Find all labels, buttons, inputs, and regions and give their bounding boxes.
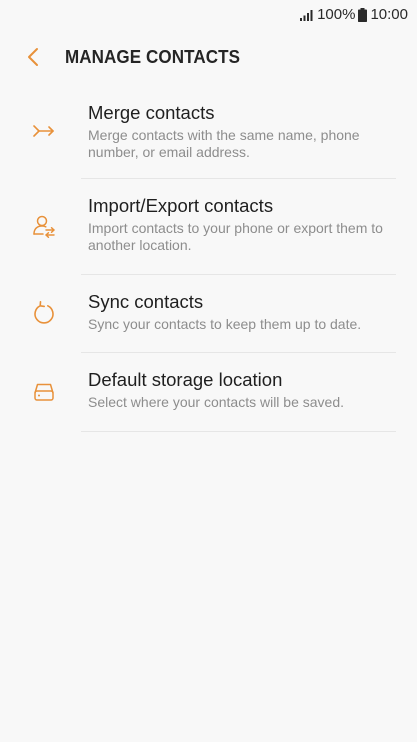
- default-storage-item[interactable]: Default storage location Select where yo…: [0, 353, 417, 432]
- settings-list: Merge contacts Merge contacts with the s…: [0, 86, 417, 432]
- import-export-person-icon: [31, 213, 57, 239]
- default-storage-text: Default storage location Select where yo…: [88, 369, 389, 411]
- storage-drive-icon: [31, 379, 57, 405]
- default-storage-subtitle: Select where your contacts will be saved…: [88, 394, 345, 410]
- import-export-contacts-subtitle: Import contacts to your phone or export …: [88, 220, 383, 253]
- default-storage-title: Default storage location: [88, 369, 283, 390]
- merge-contacts-text: Merge contacts Merge contacts with the s…: [88, 102, 389, 161]
- sync-contacts-subtitle: Sync your contacts to keep them up to da…: [88, 316, 362, 332]
- sync-contacts-text: Sync contacts Sync your contacts to keep…: [88, 291, 389, 333]
- sync-contacts-title: Sync contacts: [88, 291, 204, 312]
- signal-bars-icon: [300, 10, 313, 21]
- import-export-contacts-item[interactable]: Import/Export contacts Import contacts t…: [0, 179, 417, 275]
- import-export-contacts-title: Import/Export contacts: [88, 195, 274, 216]
- merge-contacts-subtitle: Merge contacts with the same name, phone…: [88, 127, 360, 160]
- back-button[interactable]: [20, 44, 46, 70]
- divider: [81, 431, 396, 432]
- sync-contacts-item[interactable]: Sync contacts Sync your contacts to keep…: [0, 275, 417, 353]
- battery-percentage: 100%: [317, 6, 356, 23]
- status-indicators: 100% 10:00: [300, 6, 408, 24]
- chevron-left-icon: [28, 48, 38, 66]
- status-bar: 100% 10:00: [0, 0, 417, 30]
- merge-arrows-icon: [31, 118, 57, 144]
- battery-full-icon: [358, 8, 368, 22]
- merge-contacts-title: Merge contacts: [88, 102, 215, 123]
- sync-icon: [31, 300, 57, 326]
- import-export-contacts-text: Import/Export contacts Import contacts t…: [88, 195, 389, 254]
- app-header: MANAGE CONTACTS: [0, 38, 417, 78]
- merge-contacts-item[interactable]: Merge contacts Merge contacts with the s…: [0, 86, 417, 179]
- page-title: MANAGE CONTACTS: [65, 46, 241, 67]
- clock-time: 10:00: [370, 6, 408, 23]
